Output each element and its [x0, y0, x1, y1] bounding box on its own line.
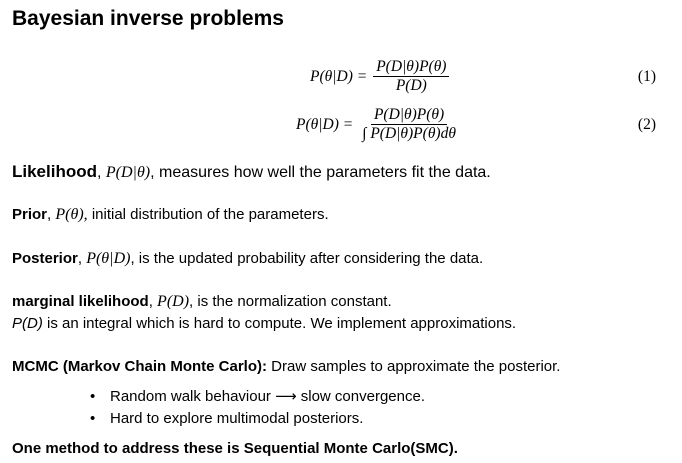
- equation-numerator: P(D|θ)P(θ): [373, 58, 450, 77]
- marginal-math: P(D): [157, 293, 190, 310]
- conclusion-line: One method to address these is Sequentia…: [12, 440, 458, 457]
- prior-line: Prior, P(θ), initial distribution of the…: [12, 205, 329, 225]
- mcmc-text: Draw samples to approximate the posterio…: [267, 358, 561, 375]
- likelihood-math: P(D|θ): [105, 164, 151, 181]
- equation-number: (1): [637, 68, 656, 85]
- list-item: • Hard to explore multimodal posteriors.: [90, 408, 425, 430]
- page-title: Bayesian inverse problems: [12, 7, 284, 30]
- posterior-term: Posterior: [12, 250, 78, 267]
- posterior-line: Posterior, P(θ|D), is the updated probab…: [12, 249, 483, 269]
- equation-fraction: P(D|θ)P(θ) P(D): [373, 58, 450, 95]
- equation-number: (2): [637, 116, 656, 133]
- marginal-line-2: P(D) is an integral which is hard to com…: [12, 314, 516, 334]
- equation-numerator: P(D|θ)P(θ): [370, 106, 448, 125]
- marginal-line: marginal likelihood, P(D), is the normal…: [12, 292, 392, 312]
- equation-lhs: P(θ|D) =: [296, 115, 354, 133]
- bullet-icon: •: [90, 388, 96, 405]
- mcmc-bullet-list: • Random walk behaviour ⟶ slow convergen…: [90, 386, 425, 430]
- equation-fraction: P(D|θ)P(θ) ∫ P(D|θ)P(θ)dθ: [359, 106, 459, 143]
- bullet-text: Hard to explore multimodal posteriors.: [110, 410, 364, 427]
- marginal-text: , is the normalization constant.: [189, 293, 392, 310]
- likelihood-term: Likelihood: [12, 162, 97, 181]
- equation-denominator: ∫ P(D|θ)P(θ)dθ: [362, 125, 456, 142]
- prior-text: initial distribution of the parameters.: [87, 206, 329, 223]
- marginal-sep: ,: [148, 293, 158, 310]
- prior-math: P(θ),: [55, 206, 88, 223]
- equation-lhs: P(θ|D) =: [310, 67, 368, 85]
- prior-term: Prior: [12, 206, 48, 223]
- marginal-line2-math: P(D): [12, 315, 43, 332]
- equation-denominator: P(D): [395, 77, 427, 94]
- posterior-math: P(θ|D): [86, 250, 131, 267]
- posterior-sep: ,: [77, 250, 87, 267]
- marginal-term: marginal likelihood: [12, 293, 149, 310]
- posterior-text: , is the updated probability after consi…: [130, 250, 484, 267]
- likelihood-line: Likelihood, P(D|θ), measures how well th…: [12, 162, 491, 183]
- mcmc-line: MCMC (Markov Chain Monte Carlo): Draw sa…: [12, 357, 560, 377]
- mcmc-term: MCMC (Markov Chain Monte Carlo):: [12, 358, 267, 375]
- likelihood-sep: ,: [97, 164, 106, 181]
- list-item: • Random walk behaviour ⟶ slow convergen…: [90, 386, 425, 408]
- equation-1: P(θ|D) = P(D|θ)P(θ) P(D) (1): [0, 58, 682, 98]
- equation-2: P(θ|D) = P(D|θ)P(θ) ∫ P(D|θ)P(θ)dθ (2): [0, 106, 682, 146]
- likelihood-text: , measures how well the parameters fit t…: [150, 164, 491, 181]
- bullet-icon: •: [90, 410, 96, 427]
- marginal-line2-text: is an integral which is hard to compute.…: [42, 315, 517, 332]
- bullet-text: Random walk behaviour ⟶ slow convergence…: [110, 388, 425, 405]
